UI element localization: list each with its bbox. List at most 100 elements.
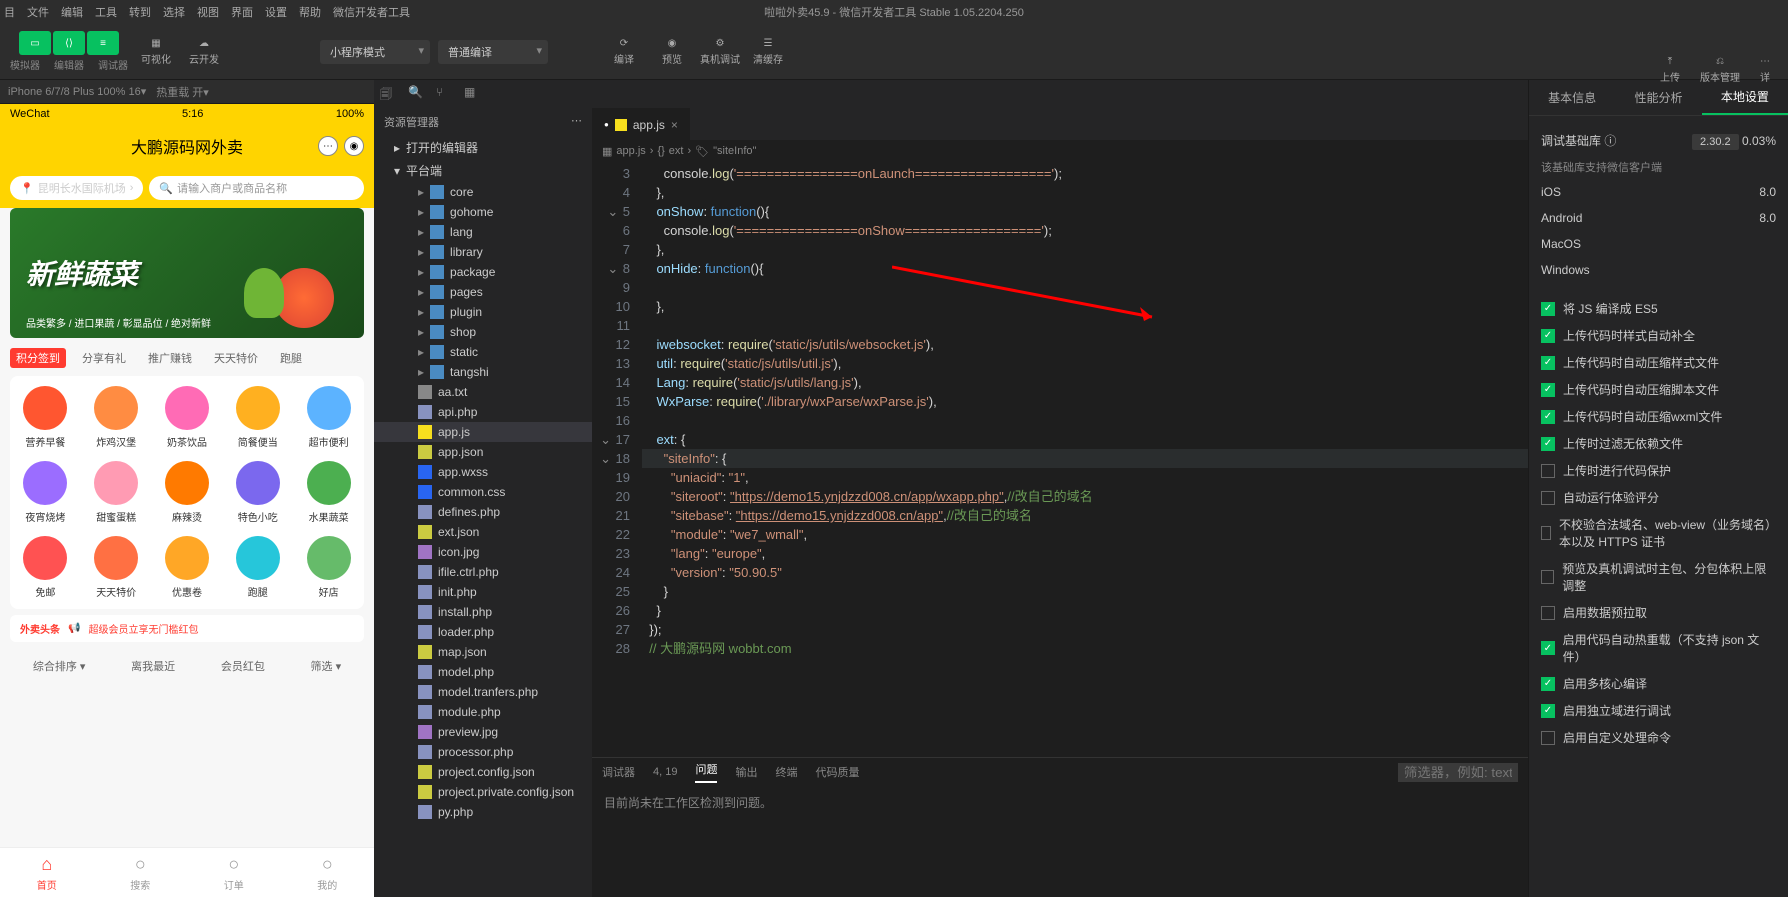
compile-select[interactable]: 普通编译 bbox=[438, 40, 548, 64]
setting-checkbox[interactable]: ✓上传时过滤无依赖文件 bbox=[1541, 430, 1776, 457]
tree-item[interactable]: ▸lang bbox=[374, 222, 592, 242]
category-item[interactable]: 营养早餐 bbox=[10, 386, 81, 449]
setting-checkbox[interactable]: 不校验合法域名、web-view（业务域名）本以及 HTTPS 证书 bbox=[1541, 511, 1776, 555]
opened-editors[interactable]: ▸打开的编辑器 bbox=[374, 136, 592, 159]
console-tab[interactable]: 输出 bbox=[735, 764, 757, 780]
category-item[interactable]: 超市便利 bbox=[293, 386, 364, 449]
tree-item[interactable]: app.json bbox=[374, 442, 592, 462]
tree-item[interactable]: map.json bbox=[374, 642, 592, 662]
console-tab[interactable]: 4, 19 bbox=[653, 766, 677, 778]
tree-item[interactable]: init.php bbox=[374, 582, 592, 602]
sort-option[interactable]: 会员红包 bbox=[221, 658, 265, 674]
banner[interactable]: 新鲜蔬菜 品类繁多 / 进口果蔬 / 彰显品位 / 绝对新鲜 bbox=[10, 208, 364, 338]
clear-cache-btn[interactable]: ☰清缓存 bbox=[748, 32, 788, 72]
search-icon[interactable]: 🔍 bbox=[408, 85, 426, 103]
tree-item[interactable]: model.tranfers.php bbox=[374, 682, 592, 702]
tree-item[interactable]: api.php bbox=[374, 402, 592, 422]
category-item[interactable]: 水果蔬菜 bbox=[293, 461, 364, 524]
setting-checkbox[interactable]: 上传时进行代码保护 bbox=[1541, 457, 1776, 484]
tree-item[interactable]: ▸package bbox=[374, 262, 592, 282]
sort-option[interactable]: 离我最近 bbox=[131, 658, 175, 674]
detail-btn[interactable]: ⋯详 bbox=[1752, 52, 1778, 88]
category-item[interactable]: 天天特价 bbox=[81, 536, 152, 599]
menu-微信开发者工具[interactable]: 微信开发者工具 bbox=[333, 7, 410, 19]
menu-编辑[interactable]: 编辑 bbox=[61, 7, 83, 19]
close-tab-icon[interactable]: × bbox=[671, 118, 678, 132]
tree-item[interactable]: app.wxss bbox=[374, 462, 592, 482]
menu-目[interactable]: 目 bbox=[4, 7, 15, 19]
explorer-icon[interactable]: 🗐 bbox=[380, 85, 398, 103]
menu-icon[interactable]: ⋯ bbox=[318, 136, 338, 156]
tree-item[interactable]: ▸pages bbox=[374, 282, 592, 302]
preview-btn[interactable]: ◉预览 bbox=[652, 32, 692, 72]
editor-btn[interactable]: ⟨⟩ bbox=[53, 31, 85, 55]
console-tab[interactable]: 调试器 bbox=[602, 764, 635, 780]
category-item[interactable]: 好店 bbox=[293, 536, 364, 599]
quick-tab[interactable]: 推广赚钱 bbox=[142, 348, 198, 368]
menu-选择[interactable]: 选择 bbox=[163, 7, 185, 19]
menu-转到[interactable]: 转到 bbox=[129, 7, 151, 19]
setting-checkbox[interactable]: 启用自定义处理命令 bbox=[1541, 724, 1776, 751]
tree-item[interactable]: ifile.ctrl.php bbox=[374, 562, 592, 582]
platform-root[interactable]: ▾平台端 bbox=[374, 159, 592, 182]
tree-item[interactable]: ▸plugin bbox=[374, 302, 592, 322]
menu-文件[interactable]: 文件 bbox=[27, 7, 49, 19]
console-tab[interactable]: 终端 bbox=[775, 764, 797, 780]
tree-item[interactable]: py.php bbox=[374, 802, 592, 822]
category-item[interactable]: 跑腿 bbox=[222, 536, 293, 599]
menu-设置[interactable]: 设置 bbox=[265, 7, 287, 19]
setting-checkbox[interactable]: ✓上传代码时自动压缩样式文件 bbox=[1541, 349, 1776, 376]
nav-item[interactable]: ○我的 bbox=[281, 848, 375, 897]
tree-item[interactable]: ▸static bbox=[374, 342, 592, 362]
tree-item[interactable]: ▸gohome bbox=[374, 202, 592, 222]
detail-tab[interactable]: 基本信息 bbox=[1529, 80, 1615, 115]
breadcrumb[interactable]: ▦app.js› {}ext› 🏷"siteInfo" bbox=[592, 140, 1528, 162]
menu-界面[interactable]: 界面 bbox=[231, 7, 253, 19]
tree-item[interactable]: aa.txt bbox=[374, 382, 592, 402]
console-tab[interactable]: 代码质量 bbox=[815, 764, 859, 780]
mode-select[interactable]: 小程序模式 bbox=[320, 40, 430, 64]
filter-input[interactable] bbox=[1398, 763, 1518, 782]
nav-item[interactable]: ○搜索 bbox=[94, 848, 188, 897]
category-item[interactable]: 奶茶饮品 bbox=[152, 386, 223, 449]
version-btn[interactable]: ⎌版本管理 bbox=[1692, 52, 1748, 88]
tab-app-js[interactable]: app.js × bbox=[592, 108, 690, 140]
nav-item[interactable]: ○订单 bbox=[187, 848, 281, 897]
category-item[interactable]: 夜宵烧烤 bbox=[10, 461, 81, 524]
tree-item[interactable]: install.php bbox=[374, 602, 592, 622]
git-icon[interactable]: ⑂ bbox=[436, 85, 454, 103]
setting-checkbox[interactable]: ✓将 JS 编译成 ES5 bbox=[1541, 295, 1776, 322]
cloud-btn[interactable]: ☁云开发 bbox=[184, 32, 224, 72]
quick-tab[interactable]: 积分签到 bbox=[10, 348, 66, 368]
tree-item[interactable]: ▸shop bbox=[374, 322, 592, 342]
reload-toggle[interactable]: 热重载 开▾ bbox=[156, 84, 209, 100]
code-editor[interactable]: 34⌄567⌄8910111213141516⌄17⌄1819202122232… bbox=[592, 162, 1528, 757]
tree-item[interactable]: module.php bbox=[374, 702, 592, 722]
tree-item[interactable]: defines.php bbox=[374, 502, 592, 522]
nav-item[interactable]: ⌂首页 bbox=[0, 848, 94, 897]
simulator-btn[interactable]: ▭ bbox=[19, 31, 51, 55]
tree-item[interactable]: common.css bbox=[374, 482, 592, 502]
sort-option[interactable]: 筛选 ▾ bbox=[311, 658, 342, 674]
setting-checkbox[interactable]: ✓上传代码时自动压缩wxml文件 bbox=[1541, 403, 1776, 430]
tree-item[interactable]: ▸core bbox=[374, 182, 592, 202]
category-item[interactable]: 优惠卷 bbox=[152, 536, 223, 599]
category-item[interactable]: 炸鸡汉堡 bbox=[81, 386, 152, 449]
menu-视图[interactable]: 视图 bbox=[197, 7, 219, 19]
tree-item[interactable]: loader.php bbox=[374, 622, 592, 642]
category-item[interactable]: 麻辣烫 bbox=[152, 461, 223, 524]
compile-btn[interactable]: ⟳编译 bbox=[604, 32, 644, 72]
tree-item[interactable]: icon.jpg bbox=[374, 542, 592, 562]
visual-btn[interactable]: ▦可视化 bbox=[136, 32, 176, 72]
debugger-btn[interactable]: ≡ bbox=[87, 31, 119, 55]
setting-checkbox[interactable]: ✓上传代码时样式自动补全 bbox=[1541, 322, 1776, 349]
category-item[interactable]: 简餐便当 bbox=[222, 386, 293, 449]
tree-item[interactable]: ext.json bbox=[374, 522, 592, 542]
menu-帮助[interactable]: 帮助 bbox=[299, 7, 321, 19]
setting-checkbox[interactable]: ✓启用多核心编译 bbox=[1541, 670, 1776, 697]
setting-checkbox[interactable]: 预览及真机调试时主包、分包体积上限调整 bbox=[1541, 555, 1776, 599]
tree-item[interactable]: preview.jpg bbox=[374, 722, 592, 742]
quick-tab[interactable]: 跑腿 bbox=[274, 348, 308, 368]
quick-tab[interactable]: 分享有礼 bbox=[76, 348, 132, 368]
real-device-btn[interactable]: ⚙真机调试 bbox=[700, 32, 740, 72]
